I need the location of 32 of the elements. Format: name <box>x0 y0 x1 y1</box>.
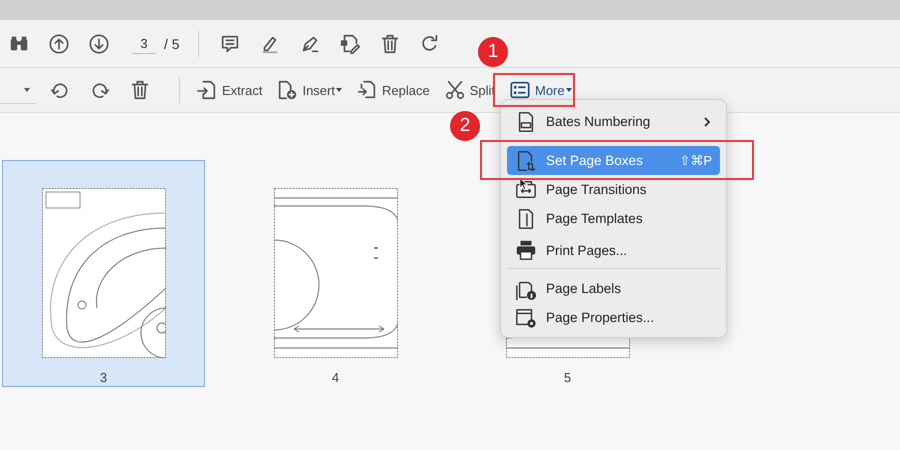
toolbar-button[interactable]: Insert <box>272 74 346 106</box>
crop-page-icon <box>515 150 537 172</box>
menu-item[interactable]: Print Pages... <box>507 233 720 269</box>
printer-icon <box>515 239 537 261</box>
mouse-pointer-icon <box>519 177 529 191</box>
insert-page-icon <box>276 79 298 101</box>
step-marker: 2 <box>450 111 480 141</box>
extract-icon <box>196 79 218 101</box>
menu-item[interactable]: Page Properties... <box>507 303 720 332</box>
scissors-icon <box>444 79 466 101</box>
trash-icon <box>129 79 151 101</box>
page-number: 3 <box>100 370 108 385</box>
menu-item[interactable]: Page Transitions <box>507 175 720 204</box>
menu-item[interactable]: Page Templates <box>507 204 720 233</box>
menu-item[interactable]: Bates Numbering <box>507 107 720 136</box>
list-icon <box>508 79 531 101</box>
transition-icon <box>515 178 537 200</box>
page-gear-icon <box>515 306 537 328</box>
toolbar-button[interactable]: Extract <box>192 74 266 106</box>
page-number: 5 <box>564 370 572 385</box>
page-count: / 5 <box>164 36 180 52</box>
page-thumbnail[interactable]: 3 <box>2 160 205 387</box>
replace-page-icon <box>356 79 378 101</box>
arrow-down-icon <box>88 32 110 54</box>
page-edit-icon <box>338 32 361 54</box>
menu-item[interactable]: Page Labels <box>507 274 720 303</box>
page-number-field[interactable]: 3 <box>132 34 156 54</box>
arrow-up-icon <box>48 32 70 54</box>
page-thumbnail[interactable]: 4 <box>234 160 437 387</box>
toolbar-button[interactable]: Replace <box>352 74 434 106</box>
chevron-right-icon <box>702 116 712 128</box>
page-number: 4 <box>332 370 340 385</box>
